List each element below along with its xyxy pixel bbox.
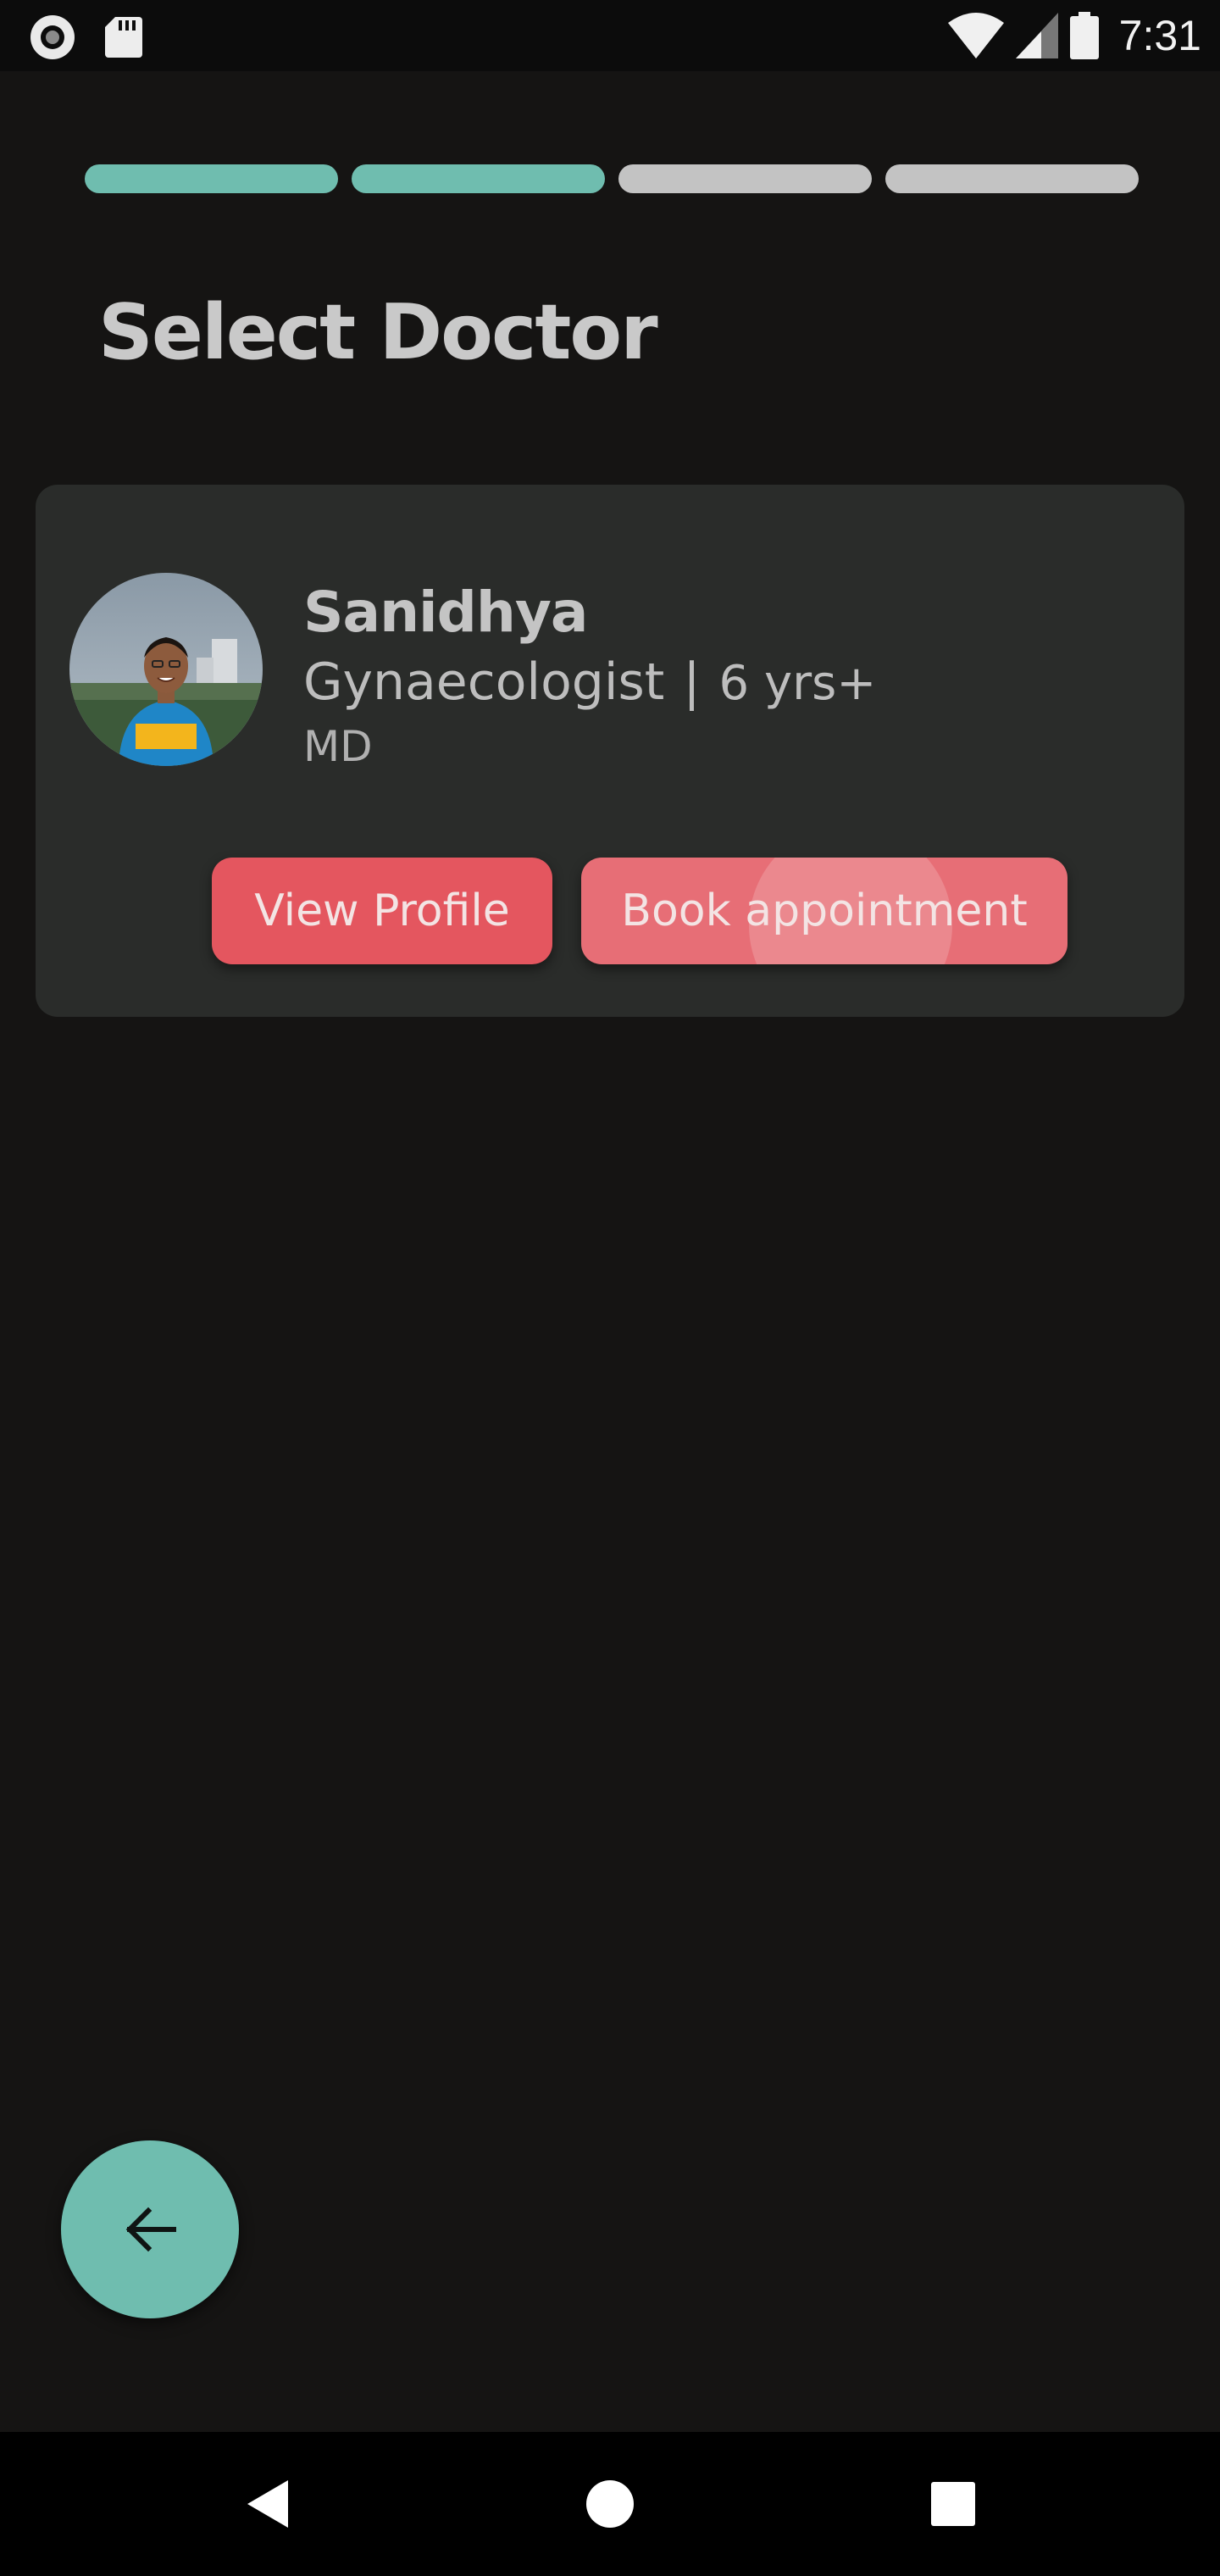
doctor-avatar xyxy=(69,573,263,766)
progress-step-2 xyxy=(352,164,605,193)
sd-card-icon xyxy=(105,17,142,58)
book-appointment-label: Book appointment xyxy=(621,886,1028,936)
step-progress xyxy=(85,164,1139,193)
wifi-icon xyxy=(947,13,1004,58)
battery-icon xyxy=(1069,12,1099,59)
doctor-experience: 6 yrs+ xyxy=(718,656,877,711)
doctor-specialty-line: Gynaecologist | 6 yrs+ xyxy=(303,652,876,712)
back-fab-button[interactable] xyxy=(61,2140,239,2318)
doctor-photo xyxy=(69,573,263,766)
nav-back-button[interactable] xyxy=(200,2432,336,2576)
home-circle-icon xyxy=(586,2480,634,2528)
clock: 7:31 xyxy=(1118,12,1201,59)
cell-signal-icon xyxy=(1015,13,1058,58)
doctor-name: Sanidhya xyxy=(303,580,588,645)
recents-square-icon xyxy=(931,2482,975,2526)
page-title: Select Doctor xyxy=(98,288,658,377)
arrow-left-icon xyxy=(125,2207,176,2252)
back-triangle-icon xyxy=(247,2480,288,2528)
book-appointment-button[interactable]: Book appointment xyxy=(581,858,1068,964)
nav-recents-button[interactable] xyxy=(885,2432,1021,2576)
view-profile-label: View Profile xyxy=(254,886,510,936)
screen-record-icon xyxy=(30,15,75,59)
progress-step-4 xyxy=(885,164,1139,193)
doctor-degree: MD xyxy=(303,722,373,771)
view-profile-button[interactable]: View Profile xyxy=(212,858,552,964)
status-bar: 7:31 xyxy=(0,0,1220,71)
doctor-specialty: Gynaecologist xyxy=(303,652,665,712)
system-nav-bar xyxy=(0,2432,1220,2576)
nav-home-button[interactable] xyxy=(542,2432,678,2576)
separator: | xyxy=(683,652,701,712)
progress-step-3 xyxy=(618,164,872,193)
progress-step-1 xyxy=(85,164,338,193)
